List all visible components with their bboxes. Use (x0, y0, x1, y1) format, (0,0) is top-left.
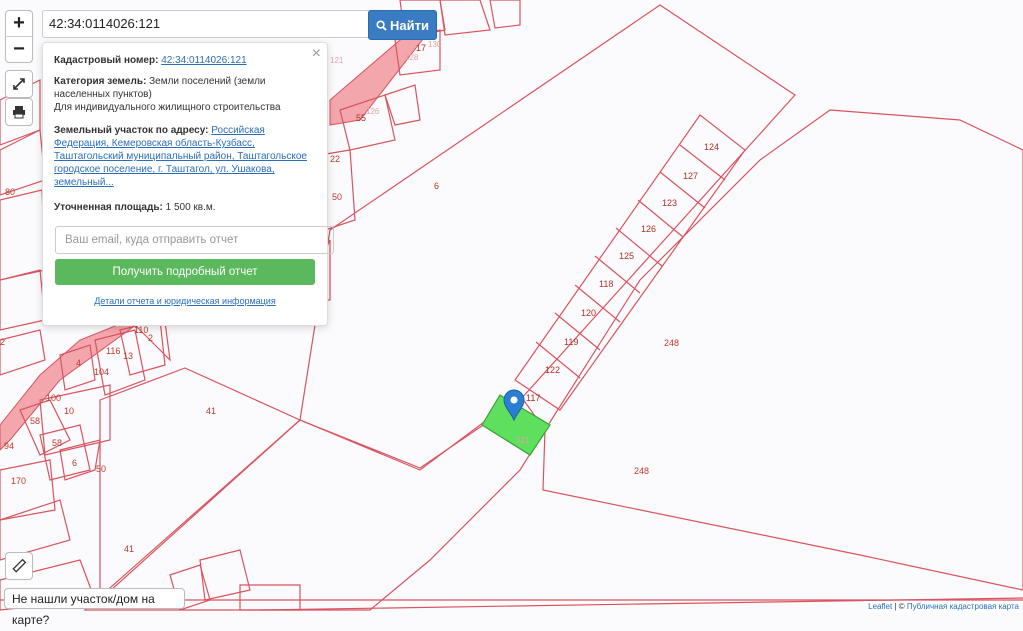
fullscreen-button[interactable] (5, 70, 33, 98)
ruler-icon (12, 559, 26, 573)
address-link[interactable]: Российская (211, 125, 265, 136)
parcel-label: 248 (634, 466, 649, 476)
parcel-label: 58 (30, 416, 40, 426)
source-link[interactable]: Публичная кадастровая карта (907, 602, 1019, 611)
details-link-row: Детали отчета и юридическая информация (43, 296, 327, 306)
parcel-label: 121 (516, 436, 530, 445)
parcel-label: 80 (5, 187, 15, 197)
parcel (83, 394, 546, 611)
address-link[interactable]: Таштагольский муниципальный район, Ташта… (54, 151, 307, 162)
search-button[interactable]: Найти (368, 10, 437, 40)
parcel-label: 2 (148, 333, 153, 343)
measure-button[interactable] (5, 552, 33, 580)
parcel-label: 126 (366, 107, 380, 116)
email-field[interactable]: Ваш email, куда отправить отчет (55, 226, 334, 254)
parcel-label: 126 (641, 224, 656, 234)
parcel-label: 120 (581, 308, 596, 318)
parcel-label: 41 (124, 544, 134, 554)
category-value: Земли поселений (земли (149, 76, 266, 87)
area-label: Уточненная площадь: (54, 202, 163, 213)
parcel-label: 50 (332, 192, 342, 202)
parcel-label: 119 (564, 337, 578, 347)
parcel-label: 130 (428, 40, 442, 49)
address-link[interactable]: земельный... (54, 177, 114, 188)
cadastral-link[interactable]: 42:34:0114026:121 (161, 55, 246, 66)
parcel-label: 170 (11, 476, 26, 486)
get-report-button[interactable]: Получить подробный отчет (55, 259, 315, 285)
parcel-label: 17 (416, 43, 426, 53)
parcel-label: 104 (94, 367, 109, 377)
parcel-info-popup: × Кадастровый номер: 42:34:0114026:121 К… (42, 42, 334, 326)
parcel-label: 4 (76, 358, 81, 368)
parcel-label: 124 (704, 142, 719, 152)
parcel-label: 6 (72, 458, 77, 468)
parcel-label: 117 (526, 393, 540, 403)
address-link[interactable]: городское поселение, г. Таштагол, ул. Уш… (54, 164, 275, 175)
category-value: населенных пунктов) (54, 89, 152, 100)
parcel-label: 58 (52, 438, 62, 448)
zoom-out-button[interactable]: − (6, 36, 32, 62)
search-button-label: Найти (390, 17, 429, 33)
attribution-separator: | © (892, 602, 907, 611)
parcel-label: 127 (683, 171, 698, 181)
parcel-label: 248 (664, 338, 679, 348)
parcel-label: 2 (0, 337, 5, 347)
parcel-label: 22 (330, 154, 340, 164)
search-input[interactable]: 42:34:0114026:121 (42, 10, 374, 38)
close-icon[interactable]: × (312, 46, 321, 62)
details-link[interactable]: Детали отчета и юридическая информация (94, 296, 275, 306)
address-link[interactable]: Федерация, Кемеровская область-Кузбасс, (54, 138, 255, 149)
attribution: Leaflet | © Публичная кадастровая карта (864, 601, 1023, 613)
address-row: Земельный участок по адресу: Российская … (54, 124, 313, 189)
parcel-label: 118 (599, 279, 613, 289)
parcel-label: 123 (662, 198, 677, 208)
parcel (542, 109, 1023, 591)
parcel-label: 41 (206, 406, 216, 416)
parcel-label: 6 (434, 181, 439, 191)
parcel-label: 10 (64, 406, 74, 416)
parcel-label: 55 (356, 113, 366, 123)
parcel-label: 13 (123, 351, 133, 361)
parcel-label: 125 (619, 251, 634, 261)
road (329, 29, 432, 126)
address-label: Земельный участок по адресу: (54, 125, 209, 136)
print-icon (13, 106, 25, 119)
area-row: Уточненная площадь: 1 500 кв.м. (54, 201, 313, 214)
leaflet-link[interactable]: Leaflet (868, 602, 892, 611)
parcel-label: 50 (96, 464, 106, 474)
category-row: Категория земель: Земли поселений (земли… (54, 75, 313, 114)
category-label: Категория земель: (54, 76, 147, 87)
search-icon (376, 19, 387, 31)
area-value: 1 500 кв.м. (165, 202, 216, 213)
parcel-label: 116 (106, 346, 120, 356)
not-found-button[interactable]: Не нашли участок/дом на карте? (4, 588, 185, 627)
parcel-label: 121 (330, 56, 344, 65)
fullscreen-icon (13, 78, 25, 90)
cadastral-label: Кадастровый номер: (54, 55, 159, 66)
category-value: Для индивидуального жилищного строительс… (54, 102, 281, 113)
cadastral-row: Кадастровый номер: 42:34:0114026:121 (54, 54, 313, 67)
road (0, 319, 142, 451)
parcel-label: 128 (405, 53, 419, 62)
parcel-label: 110 (134, 325, 148, 335)
zoom-in-button[interactable]: + (6, 11, 32, 36)
zoom-control: + − (5, 10, 33, 63)
parcel-label: 94 (4, 441, 14, 451)
parcel-label: 100 (46, 393, 61, 403)
parcel-label: 122 (545, 365, 560, 375)
print-button[interactable] (5, 98, 33, 126)
